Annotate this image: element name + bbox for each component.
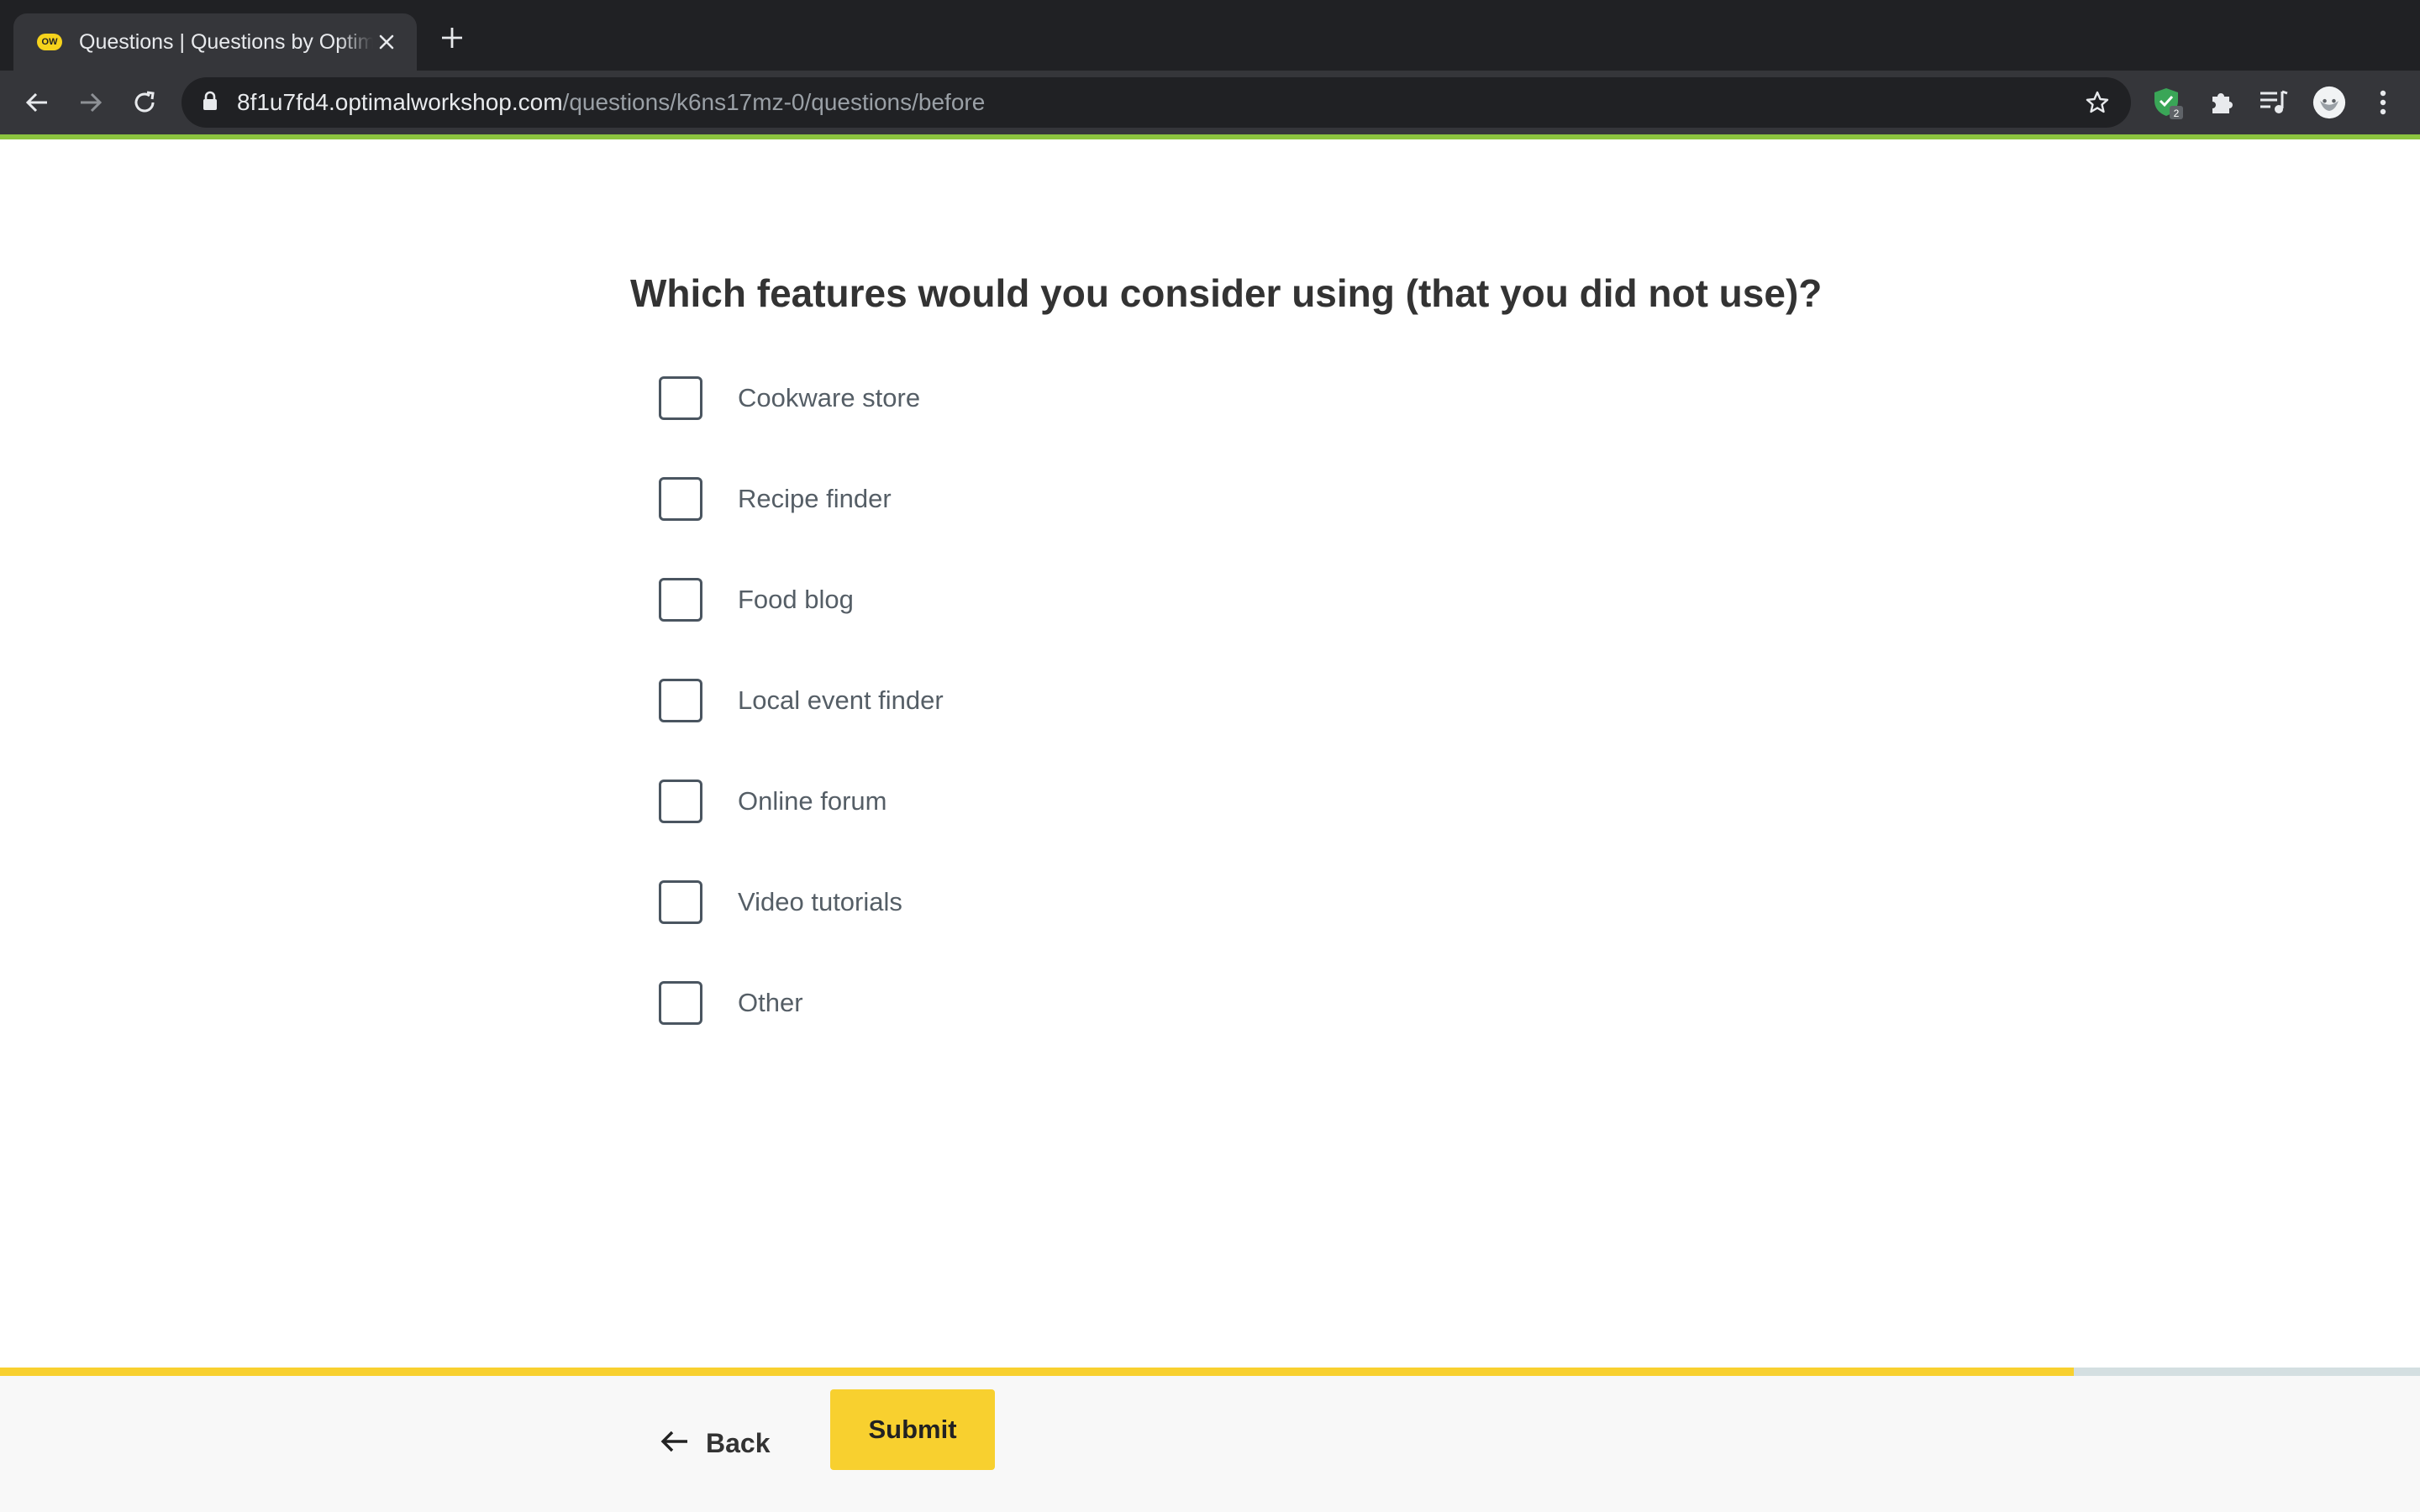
url-host: 8f1u7fd4.optimalworkshop.com xyxy=(237,89,563,115)
bookmark-star-icon[interactable] xyxy=(2082,87,2112,118)
browser-toolbar: 8f1u7fd4.optimalworkshop.com/questions/k… xyxy=(0,71,2420,134)
tab-title: Questions | Questions by Optimal Worksho… xyxy=(79,29,374,54)
checkbox[interactable] xyxy=(659,376,702,420)
option-cookware-store[interactable]: Cookware store xyxy=(659,376,944,477)
submit-button[interactable]: Submit xyxy=(830,1389,995,1470)
option-recipe-finder[interactable]: Recipe finder xyxy=(659,477,944,578)
checkbox[interactable] xyxy=(659,477,702,521)
options-list: Cookware store Recipe finder Food blog L… xyxy=(659,376,944,1082)
option-label[interactable]: Local event finder xyxy=(738,679,944,722)
option-video-tutorials[interactable]: Video tutorials xyxy=(659,880,944,981)
back-button[interactable]: Back xyxy=(660,1426,771,1460)
option-label[interactable]: Food blog xyxy=(738,578,854,622)
checkbox[interactable] xyxy=(659,780,702,823)
option-label[interactable]: Online forum xyxy=(738,780,886,823)
option-other[interactable]: Other xyxy=(659,981,944,1082)
back-arrow-icon[interactable] xyxy=(18,84,55,121)
new-tab-button[interactable] xyxy=(435,22,469,55)
reload-icon[interactable] xyxy=(126,84,163,121)
progress-bar-fill xyxy=(0,1368,2075,1376)
profile-avatar-icon[interactable] xyxy=(2312,86,2346,119)
option-online-forum[interactable]: Online forum xyxy=(659,780,944,880)
option-label[interactable]: Other xyxy=(738,981,803,1025)
progress-bar xyxy=(0,1368,2420,1376)
option-label[interactable]: Video tutorials xyxy=(738,880,902,924)
media-playlist-icon[interactable] xyxy=(2257,86,2291,119)
browser-tab-strip: OW Questions | Questions by Optimal Work… xyxy=(0,0,2420,71)
shield-extension-icon[interactable]: 2 xyxy=(2151,86,2185,119)
svg-text:2: 2 xyxy=(2174,108,2180,119)
browser-menu-icon[interactable] xyxy=(2366,86,2400,119)
puzzle-extensions-icon[interactable] xyxy=(2205,86,2238,119)
option-food-blog[interactable]: Food blog xyxy=(659,578,944,679)
close-tab-icon[interactable] xyxy=(373,29,400,55)
checkbox[interactable] xyxy=(659,679,702,722)
browser-tab[interactable]: OW Questions | Questions by Optimal Work… xyxy=(13,13,417,71)
lock-icon xyxy=(202,91,218,115)
optimal-workshop-favicon-icon: OW xyxy=(37,34,62,50)
checkbox[interactable] xyxy=(659,578,702,622)
url-path: /questions/k6ns17mz-0/questions/before xyxy=(562,89,986,115)
question-title: Which features would you consider using … xyxy=(630,271,1823,315)
option-label[interactable]: Cookware store xyxy=(738,376,920,420)
option-local-event-finder[interactable]: Local event finder xyxy=(659,679,944,780)
checkbox[interactable] xyxy=(659,880,702,924)
back-label: Back xyxy=(706,1427,771,1458)
accent-bar xyxy=(0,134,2420,139)
footer: Back Submit xyxy=(0,1376,2420,1512)
address-bar[interactable]: 8f1u7fd4.optimalworkshop.com/questions/k… xyxy=(182,77,2131,128)
arrow-left-icon xyxy=(660,1430,689,1457)
checkbox[interactable] xyxy=(659,981,702,1025)
option-label[interactable]: Recipe finder xyxy=(738,477,892,521)
forward-arrow-icon[interactable] xyxy=(72,84,109,121)
